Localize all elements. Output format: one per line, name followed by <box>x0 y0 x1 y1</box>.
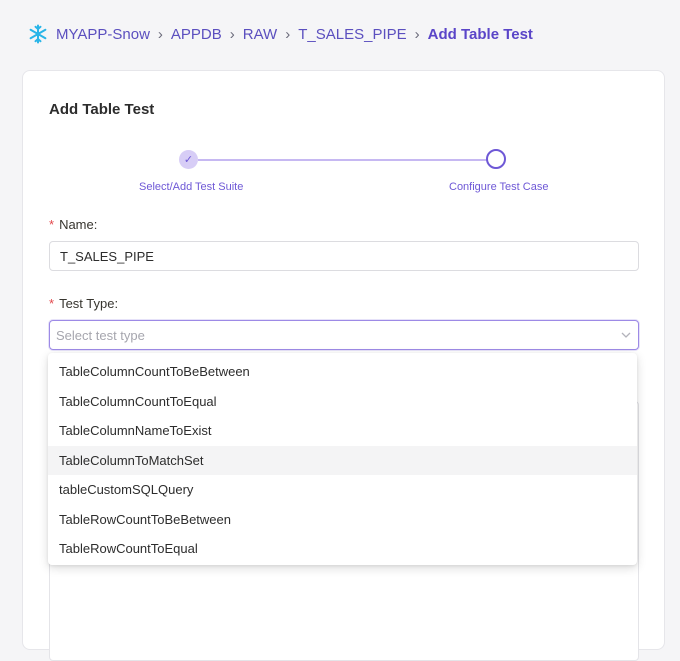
required-marker: * <box>49 296 55 311</box>
dropdown-option[interactable]: TableRowCountToBeBetween <box>48 505 637 535</box>
name-input-value: T_SALES_PIPE <box>60 248 154 264</box>
breadcrumb-current: Add Table Test <box>427 25 533 43</box>
stepper: ✓ Select/Add Test Suite Configure Test C… <box>23 149 666 199</box>
breadcrumb-table[interactable]: T_SALES_PIPE <box>298 26 406 43</box>
snowflake-icon <box>29 24 47 44</box>
breadcrumb-database[interactable]: APPDB <box>171 26 222 43</box>
step-active-indicator <box>486 149 506 169</box>
dropdown-option[interactable]: TableRowCountToEqual <box>48 534 637 564</box>
chevron-right-icon: › <box>229 25 235 43</box>
test-type-label: * Test Type: <box>49 296 119 311</box>
test-type-placeholder: Select test type <box>56 327 145 343</box>
dropdown-option-highlighted[interactable]: TableColumnToMatchSet <box>48 445 637 475</box>
step-label-configure: Configure Test Case <box>449 181 549 193</box>
dropdown-option[interactable]: tableCustomSQLQuery <box>48 475 637 505</box>
name-input[interactable]: T_SALES_PIPE <box>49 241 639 271</box>
breadcrumb: MYAPP-Snow › APPDB › RAW › T_SALES_PIPE … <box>28 22 533 46</box>
breadcrumb-service[interactable]: MYAPP-Snow <box>56 26 150 43</box>
stepper-connector <box>198 159 488 161</box>
page-title: Add Table Test <box>49 101 155 118</box>
required-marker: * <box>49 217 55 232</box>
step-label-select-suite: Select/Add Test Suite <box>139 181 244 193</box>
chevron-right-icon: › <box>285 25 291 43</box>
chevron-down-icon <box>621 332 631 338</box>
breadcrumb-schema[interactable]: RAW <box>243 26 277 43</box>
dropdown-option[interactable]: TableColumnNameToExist <box>48 416 637 446</box>
chevron-right-icon: › <box>157 25 163 43</box>
dropdown-option[interactable]: TableColumnCountToEqual <box>48 387 637 417</box>
chevron-right-icon: › <box>414 25 420 43</box>
step-done-check-icon: ✓ <box>179 150 198 169</box>
test-type-dropdown: TableColumnCountToBeBetween TableColumnC… <box>48 353 637 565</box>
test-type-select[interactable]: Select test type <box>49 320 639 350</box>
dropdown-option[interactable]: TableColumnCountToBeBetween <box>48 357 637 387</box>
name-label: * Name: <box>49 217 98 232</box>
